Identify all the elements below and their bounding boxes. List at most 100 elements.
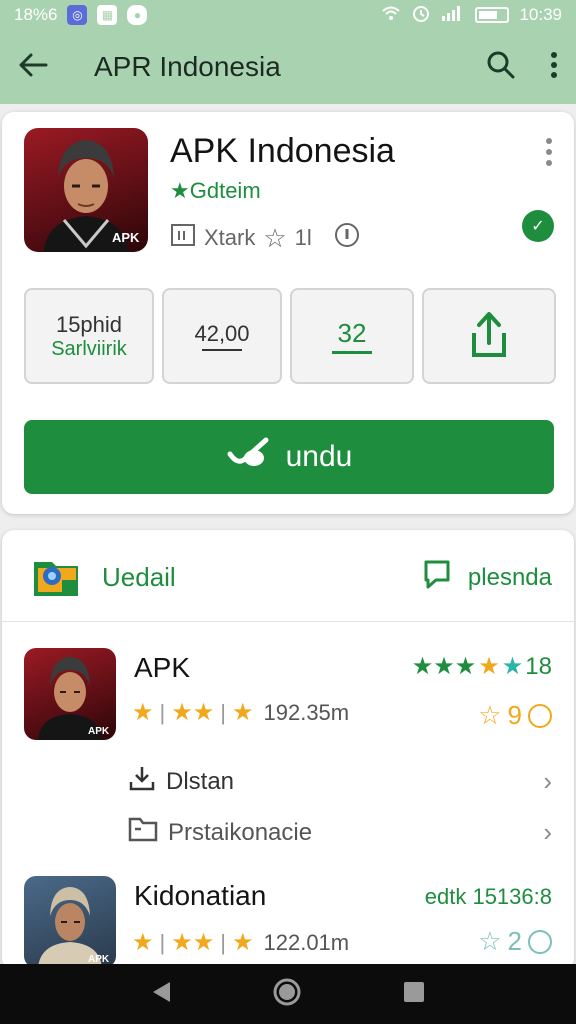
item-thumbnail: APK <box>24 876 116 968</box>
install-icon <box>226 436 270 478</box>
item-name: APK <box>134 652 191 683</box>
stat-value: 15phid <box>55 311 123 337</box>
person-photo-icon: APK <box>38 887 110 968</box>
item-size: 192.35m <box>263 699 350 725</box>
item-score: ☆ 2 <box>478 926 552 957</box>
share-button[interactable] <box>422 288 556 384</box>
status-time: 10:39 <box>519 5 562 24</box>
chevron-right-icon: › <box>543 817 552 847</box>
stars-icon: ★★★ <box>411 653 477 680</box>
item-rating-row: ★ | ★★ | ★ 192.35m <box>132 699 350 726</box>
install-button[interactable]: undu <box>24 420 554 494</box>
signal-icon <box>441 4 465 27</box>
stars-icon: ★ <box>501 653 524 680</box>
item-top-rating: ★★★ ★ ★ 18 <box>412 652 552 681</box>
download-icon <box>128 764 156 799</box>
star-icon: ★ <box>132 929 154 956</box>
status-bar: 18%6 ◎ ▦ ● 10:39 <box>0 0 576 30</box>
status-left: 18%6 ◎ ▦ ● <box>14 5 148 25</box>
meta-row: Xtark ☆ 1l <box>170 222 360 254</box>
sub-row-permissions[interactable]: Prstaikonacie › <box>128 816 552 849</box>
item-size: 122.01m <box>263 929 350 955</box>
svg-text:APK: APK <box>112 230 140 245</box>
sub-row-label: Prstaikonacie <box>168 818 313 846</box>
badge-icon: ✓ <box>522 210 554 242</box>
star-icon: ★ <box>132 699 154 726</box>
back-triangle-icon[interactable] <box>150 980 172 1009</box>
star-icon: ★★ <box>171 699 215 726</box>
more-vert-icon[interactable] <box>550 51 558 84</box>
app-bar-title: APR Indonesia <box>94 51 281 82</box>
sub-row-download[interactable]: Dlstan › <box>128 764 552 799</box>
install-label: undu <box>285 440 353 473</box>
wifi-icon <box>381 5 401 26</box>
circle-icon <box>528 703 552 728</box>
item-top-count: 18 <box>525 652 552 680</box>
item-score: ☆ 9 <box>478 700 552 731</box>
section-tab-left[interactable]: Uedail <box>32 550 176 605</box>
underline-icon <box>202 349 242 351</box>
home-circle-icon[interactable] <box>272 977 302 1012</box>
folder-app-icon <box>32 550 82 605</box>
notification-message-icon: ● <box>127 5 148 25</box>
star-outline-icon: ☆ <box>478 700 502 730</box>
share-icon <box>471 309 507 364</box>
star-outline-icon: ☆ <box>263 222 287 253</box>
meta-text: Xtark <box>204 225 256 250</box>
back-arrow-icon[interactable] <box>18 52 48 83</box>
developer-link[interactable]: ★Gdteim <box>170 178 261 204</box>
person-photo-icon: APK <box>44 140 140 252</box>
app-bar: APR Indonesia <box>0 30 576 104</box>
star-outline-icon: ☆ <box>478 926 502 956</box>
stat-box-downloads: 15phid Sarlviirik <box>24 288 154 384</box>
chevron-right-icon: › <box>543 766 552 796</box>
star-icon: ★ <box>231 699 254 726</box>
stat-value: 32 <box>337 318 367 348</box>
notification-app-icon: ◎ <box>67 5 88 25</box>
list-item[interactable]: APK Kidonatian ★ | ★★ | ★ 122.01m edtk 1… <box>2 876 574 970</box>
search-icon[interactable] <box>486 50 516 85</box>
item-score-value: 2 <box>507 926 522 956</box>
battery-icon <box>475 7 510 23</box>
star-icon: ★★ <box>171 929 215 956</box>
sub-row-label: Dlstan <box>166 767 235 795</box>
svg-text:APK: APK <box>88 726 110 737</box>
app-bar-actions <box>486 50 558 85</box>
status-right: 10:39 <box>381 3 562 28</box>
status-left-text: 18%6 <box>14 5 58 24</box>
system-nav-bar <box>0 964 576 1024</box>
folder-icon <box>128 816 158 849</box>
recents-square-icon[interactable] <box>402 980 426 1009</box>
card-more-icon[interactable] <box>546 138 552 166</box>
app-name: APK Indonesia <box>170 132 395 170</box>
star-icon: ★ <box>231 929 254 956</box>
person-photo-icon: APK <box>38 657 110 740</box>
item-name: Kidonatian <box>134 880 267 911</box>
star-small-icon: ★ <box>170 178 190 203</box>
item-thumbnail: APK <box>24 648 116 740</box>
item-rating-row: ★ | ★★ | ★ 122.01m <box>132 929 350 956</box>
stat-box-rating: 32 <box>290 288 414 384</box>
comment-icon <box>422 558 456 597</box>
info-icon[interactable] <box>334 222 360 254</box>
content-rating-icon <box>170 223 196 253</box>
item-score-value: 9 <box>507 700 522 730</box>
app-icon: APK <box>24 128 148 252</box>
meta-rating: 1l <box>294 225 312 250</box>
alarm-icon <box>411 3 431 28</box>
item-top-text: edtk 15136:8 <box>424 884 552 909</box>
circle-icon <box>528 929 552 954</box>
stat-value: 42,00 <box>194 321 250 346</box>
developer-name: Gdteim <box>189 178 261 203</box>
section-tab-right[interactable]: plesnda <box>422 558 552 597</box>
app-detail-card: APK APK Indonesia ★Gdteim Xtark ☆ 1l ✓ 1… <box>2 112 574 514</box>
section-left-label: Uedail <box>102 562 176 592</box>
list-item[interactable]: APK APK ★ | ★★ | ★ 192.35m ★★★ ★ ★ 18 ☆ 9 … <box>2 648 574 908</box>
details-card: Uedail plesnda APK APK ★ | ★★ | ★ 192.35… <box>2 530 574 970</box>
stat-box-size: 42,00 <box>162 288 282 384</box>
underline-icon <box>332 351 372 354</box>
notification-grid-icon: ▦ <box>97 5 118 25</box>
section-header: Uedail plesnda <box>2 530 574 622</box>
section-right-label: plesnda <box>467 563 552 591</box>
stars-icon: ★ <box>478 653 500 680</box>
